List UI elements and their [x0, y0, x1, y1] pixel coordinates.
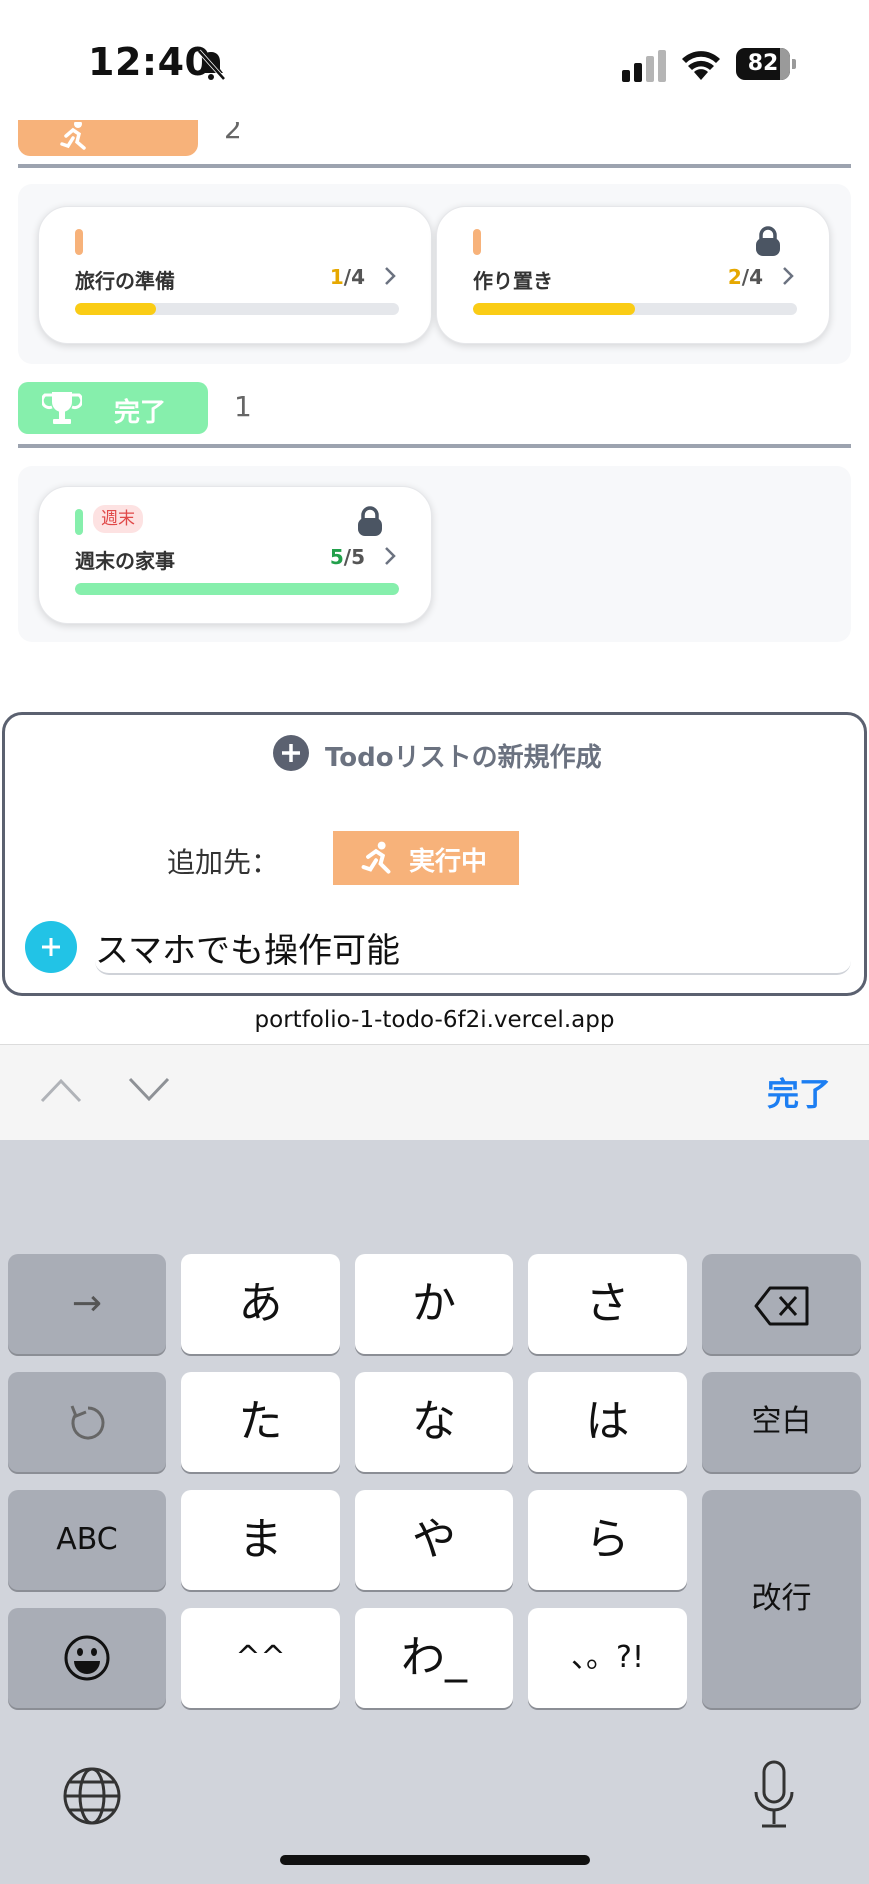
in-progress-group: 旅行の準備 1/4 作り置き 2/4	[18, 184, 851, 364]
plus-icon	[273, 735, 309, 771]
done-section-label: 完了	[114, 398, 167, 428]
keyboard-accessory-bar: 完了	[0, 1044, 869, 1140]
signal-icon	[622, 50, 666, 82]
todo-card[interactable]: 旅行の準備 1/4	[38, 206, 432, 344]
done-section-badge[interactable]: 完了	[18, 382, 208, 434]
key-return[interactable]: 改行	[702, 1490, 861, 1708]
chevron-right-icon	[385, 547, 396, 565]
progress-bar	[473, 303, 797, 315]
card-title: 作り置き	[473, 269, 553, 293]
done-count: 1	[234, 390, 252, 423]
key-wa[interactable]: わ_	[355, 1608, 513, 1708]
emoji-icon	[64, 1635, 110, 1681]
in-progress-section-badge[interactable]	[18, 120, 198, 156]
runner-icon	[60, 122, 86, 150]
chevron-down-icon[interactable]	[128, 1075, 170, 1105]
destination-label: 追加先：	[167, 846, 280, 879]
progress-bar	[75, 583, 399, 595]
key-a[interactable]: あ	[181, 1254, 340, 1354]
key-delete[interactable]	[702, 1254, 861, 1354]
card-title: 旅行の準備	[75, 269, 175, 293]
todo-card[interactable]: 週末 週末の家事 5/5	[38, 486, 432, 624]
card-count: 2/4	[727, 265, 763, 289]
home-indicator[interactable]	[280, 1855, 590, 1865]
card-tag: 週末	[93, 505, 143, 533]
delete-icon	[754, 1286, 809, 1326]
card-accent	[75, 229, 83, 255]
key-emoji[interactable]	[8, 1608, 166, 1708]
destination-value: 実行中	[409, 847, 488, 877]
key-na[interactable]: な	[355, 1372, 513, 1472]
add-button[interactable]	[25, 921, 77, 973]
status-time: 12:40	[88, 40, 212, 84]
key-space[interactable]: 空白	[702, 1372, 861, 1472]
chevron-up-icon[interactable]	[40, 1075, 82, 1105]
progress-bar	[75, 303, 399, 315]
destination-select[interactable]: 実行中	[333, 831, 519, 885]
chevron-right-icon	[385, 267, 396, 285]
card-count: 5/5	[329, 545, 365, 569]
done-group: 週末 週末の家事 5/5	[18, 466, 851, 642]
key-punctuation[interactable]: 、。?!	[528, 1608, 687, 1708]
section-divider	[18, 164, 851, 168]
key-abc[interactable]: ABC	[8, 1490, 166, 1590]
card-count: 1/4	[329, 265, 365, 289]
chevron-right-icon	[783, 267, 794, 285]
browser-url[interactable]: portfolio-1-todo-6f2i.vercel.app	[0, 998, 869, 1042]
lock-icon	[756, 226, 780, 256]
todo-card[interactable]: 作り置き 2/4	[436, 206, 830, 344]
done-button[interactable]: 完了	[767, 1069, 831, 1115]
undo-icon	[70, 1405, 105, 1440]
wifi-icon	[682, 51, 720, 80]
trophy-icon	[42, 392, 82, 424]
bell-slash-icon	[197, 49, 226, 81]
todo-list-name-input[interactable]	[95, 921, 851, 975]
card-accent	[75, 509, 83, 535]
key-ya[interactable]: や	[355, 1490, 513, 1590]
key-sa[interactable]: さ	[528, 1254, 687, 1354]
battery-icon: 82	[736, 48, 796, 80]
section-divider	[18, 444, 851, 448]
card-accent	[473, 229, 481, 255]
globe-icon[interactable]	[62, 1766, 122, 1826]
mic-icon[interactable]	[752, 1760, 796, 1830]
runner-icon	[361, 841, 391, 874]
key-ka[interactable]: か	[355, 1254, 513, 1354]
card-title: 週末の家事	[75, 549, 175, 573]
create-todo-panel: Todoリストの新規作成 追加先： 実行中	[2, 712, 867, 996]
key-ra[interactable]: ら	[528, 1490, 687, 1590]
key-ha[interactable]: は	[528, 1372, 687, 1472]
battery-level: 82	[747, 51, 779, 76]
key-next-candidate[interactable]: →	[8, 1254, 166, 1354]
key-ta[interactable]: た	[181, 1372, 340, 1472]
key-undo[interactable]	[8, 1372, 166, 1472]
lock-icon	[358, 506, 382, 536]
create-panel-title: Todoリストの新規作成	[325, 743, 602, 773]
status-bar: 12:40 82	[0, 0, 869, 120]
key-ma[interactable]: ま	[181, 1490, 340, 1590]
key-kaomoji[interactable]: ^^	[181, 1608, 340, 1708]
